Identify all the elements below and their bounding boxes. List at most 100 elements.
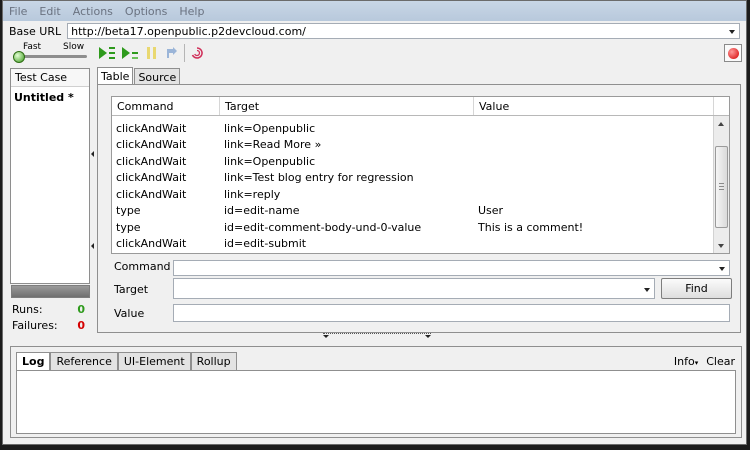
speed-handle[interactable] xyxy=(13,51,25,63)
command-input[interactable] xyxy=(173,260,730,276)
chevron-left-icon[interactable] xyxy=(91,151,94,157)
value-input[interactable] xyxy=(173,304,730,322)
chevron-down-icon[interactable] xyxy=(323,335,329,338)
scroll-down-icon[interactable] xyxy=(718,244,724,248)
speed-fast-label: Fast xyxy=(23,42,42,52)
menu-edit[interactable]: Edit xyxy=(39,5,60,18)
progress-bar xyxy=(11,285,90,298)
clear-button[interactable]: Clear xyxy=(706,355,735,368)
tab-ui-element[interactable]: UI-Element xyxy=(117,352,191,370)
target-label: Target xyxy=(114,283,149,296)
chevron-down-icon[interactable] xyxy=(719,267,725,271)
menu-options[interactable]: Options xyxy=(125,5,167,18)
table-row[interactable]: clickAndWait link=Read More » xyxy=(112,137,729,154)
table-row[interactable]: clickAndWait id=edit-submit xyxy=(112,236,729,253)
base-url-label: Base URL xyxy=(9,24,62,38)
tab-reference[interactable]: Reference xyxy=(50,352,118,370)
menu-file[interactable]: File xyxy=(9,5,27,18)
chevron-down-icon: ▾ xyxy=(694,359,699,367)
table-row[interactable]: clickAndWait link=reply xyxy=(112,186,729,203)
command-table: Command Target Value clickAndWait link=O… xyxy=(111,96,730,254)
log-tabs: Log Reference UI-Element Rollup xyxy=(16,352,237,370)
cell-command: clickAndWait xyxy=(116,121,187,135)
cell-target: id=edit-submit xyxy=(224,237,307,251)
cell-command: clickAndWait xyxy=(116,237,187,251)
cell-target: link=Openpublic xyxy=(224,154,316,168)
failures-label: Failures: xyxy=(12,319,58,332)
scroll-up-icon[interactable] xyxy=(718,122,724,126)
base-url-value: http://beta17.openpublic.p2devcloud.com/ xyxy=(71,24,306,38)
log-panel: Log Reference UI-Element Rollup Info▾ Cl… xyxy=(10,346,742,438)
horizontal-splitter[interactable] xyxy=(323,333,431,341)
runs-count: 0 xyxy=(77,303,85,316)
runs-stat: Runs: 0 xyxy=(12,303,87,316)
table-row[interactable]: clickAndWait link=Test blog entry for re… xyxy=(112,170,729,187)
base-url-input[interactable]: http://beta17.openpublic.p2devcloud.com/ xyxy=(67,23,740,39)
log-actions: Info▾ Clear xyxy=(674,355,735,368)
command-label: Command xyxy=(114,260,171,273)
test-case-item[interactable]: Untitled * xyxy=(11,87,89,104)
test-case-panel: Test Case Untitled * xyxy=(10,68,90,284)
step-icon xyxy=(167,47,177,58)
record-icon xyxy=(727,47,739,59)
chevron-left-icon[interactable] xyxy=(91,243,94,249)
play-all-icon xyxy=(99,47,115,59)
cell-value: User xyxy=(478,204,504,218)
cell-command: type xyxy=(116,220,141,234)
tab-log[interactable]: Log xyxy=(16,352,51,370)
cell-command: clickAndWait xyxy=(116,138,187,152)
tab-rollup[interactable]: Rollup xyxy=(190,352,237,370)
cell-target: link=Read More » xyxy=(224,138,322,152)
editor-tabs: Table Source xyxy=(97,67,181,85)
target-input[interactable] xyxy=(173,278,655,299)
cell-value: This is a comment! xyxy=(478,220,584,234)
vertical-splitter[interactable] xyxy=(90,67,95,339)
tab-table[interactable]: Table xyxy=(97,67,134,85)
find-button[interactable]: Find xyxy=(661,278,732,299)
value-label: Value xyxy=(114,307,145,320)
scroll-thumb[interactable] xyxy=(715,146,728,228)
column-header-value[interactable]: Value xyxy=(474,97,714,115)
speed-slider[interactable]: Fast Slow xyxy=(11,41,89,65)
step-button[interactable] xyxy=(163,44,181,62)
info-button[interactable]: Info▾ xyxy=(674,355,698,368)
menu-bar: File Edit Actions Options Help xyxy=(3,1,746,21)
column-header-target[interactable]: Target xyxy=(220,97,474,115)
record-button[interactable] xyxy=(724,44,742,62)
cell-command: clickAndWait xyxy=(116,171,187,185)
cell-target: link=reply xyxy=(224,187,281,201)
cell-command: clickAndWait xyxy=(116,187,187,201)
pause-icon xyxy=(147,47,156,59)
table-row[interactable]: type id=edit-name User xyxy=(112,203,729,220)
play-current-button[interactable] xyxy=(121,44,139,62)
tab-source[interactable]: Source xyxy=(134,68,181,85)
table-row[interactable]: clickAndWait link=Openpublic xyxy=(112,120,729,137)
column-header-command[interactable]: Command xyxy=(112,97,220,115)
failures-count: 0 xyxy=(77,319,85,332)
selenium-ide-window: File Edit Actions Options Help Base URL … xyxy=(2,0,747,445)
menu-help[interactable]: Help xyxy=(179,5,204,18)
test-case-header: Test Case xyxy=(11,69,89,87)
menu-actions[interactable]: Actions xyxy=(73,5,113,18)
cell-command: type xyxy=(116,204,141,218)
cell-target: link=Openpublic xyxy=(224,121,316,135)
table-tab-panel: Command Target Value clickAndWait link=O… xyxy=(97,84,741,333)
runs-label: Runs: xyxy=(12,303,43,316)
table-scrollbar[interactable] xyxy=(713,116,729,253)
chevron-down-icon[interactable] xyxy=(644,287,650,292)
chevron-down-icon[interactable] xyxy=(729,30,735,34)
pause-button[interactable] xyxy=(143,44,161,62)
cell-command: clickAndWait xyxy=(116,154,187,168)
cell-target: id=edit-comment-body-und-0-value xyxy=(224,220,422,234)
chevron-down-icon[interactable] xyxy=(425,335,431,338)
speed-track[interactable] xyxy=(17,55,87,58)
table-header: Command Target Value xyxy=(112,97,729,116)
log-output xyxy=(16,370,736,434)
table-row[interactable]: clickAndWait link=Openpublic xyxy=(112,153,729,170)
cell-target: link=Test blog entry for regression xyxy=(224,171,414,185)
play-all-button[interactable] xyxy=(98,44,116,62)
table-row[interactable]: type id=edit-comment-body-und-0-value Th… xyxy=(112,219,729,236)
cell-target: id=edit-name xyxy=(224,204,300,218)
rollup-button[interactable] xyxy=(188,44,206,62)
toolbar-separator xyxy=(184,44,185,62)
